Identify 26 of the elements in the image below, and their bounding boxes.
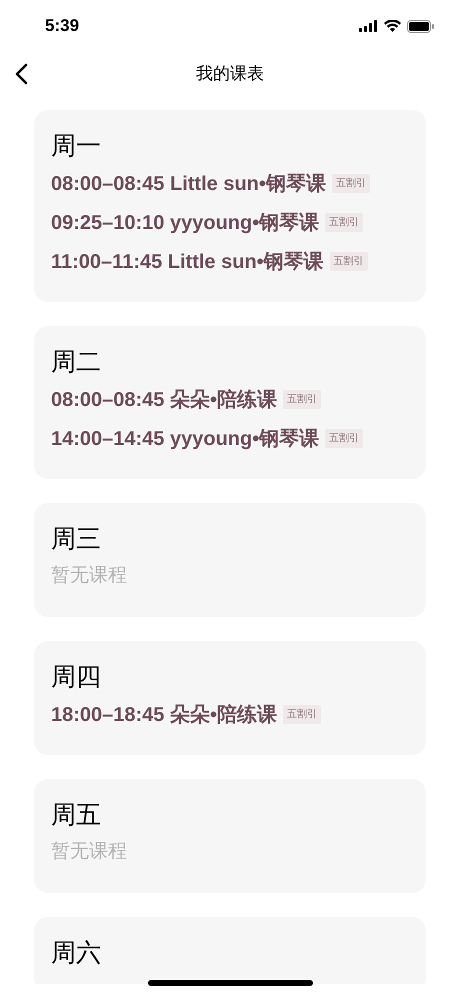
page-title: 我的课表 [196, 63, 264, 86]
signal-icon [359, 20, 378, 32]
discount-tag: 五割引 [325, 213, 364, 232]
empty-text: 暂无课程 [51, 564, 127, 588]
day-title: 周二 [51, 347, 102, 378]
discount-tag: 五割引 [332, 174, 370, 193]
back-icon[interactable] [14, 63, 28, 85]
discount-tag: 五割引 [283, 705, 321, 724]
lesson-text: 11:00–11:45 Little sun•钢琴课 [51, 250, 324, 274]
lesson-text: 14:00–14:45 yyyoung•钢琴课 [51, 426, 320, 452]
empty-text: 暂无课程 [51, 840, 127, 864]
lesson-text: 08:00–08:45 Little sun•钢琴课 [51, 172, 326, 196]
lesson-text: 09:25–10:10 yyyoung•钢琴课 [51, 210, 320, 236]
lesson-text: 18:00–18:45 朵朵•陪练课 [51, 702, 277, 728]
day-title: 周六 [51, 938, 102, 969]
wifi-icon [384, 20, 401, 32]
day-title: 周五 [51, 800, 102, 831]
battery-icon [407, 20, 434, 32]
day-title: 周三 [51, 524, 102, 555]
discount-tag: 五割引 [325, 429, 364, 448]
day-title: 周四 [51, 662, 102, 693]
status-time: 5:39 [45, 15, 80, 38]
day-title: 周一 [51, 131, 102, 162]
lesson-text: 08:00–08:45 朵朵•陪练课 [51, 388, 277, 412]
discount-tag: 五割引 [330, 252, 368, 271]
discount-tag: 五割引 [283, 390, 321, 409]
